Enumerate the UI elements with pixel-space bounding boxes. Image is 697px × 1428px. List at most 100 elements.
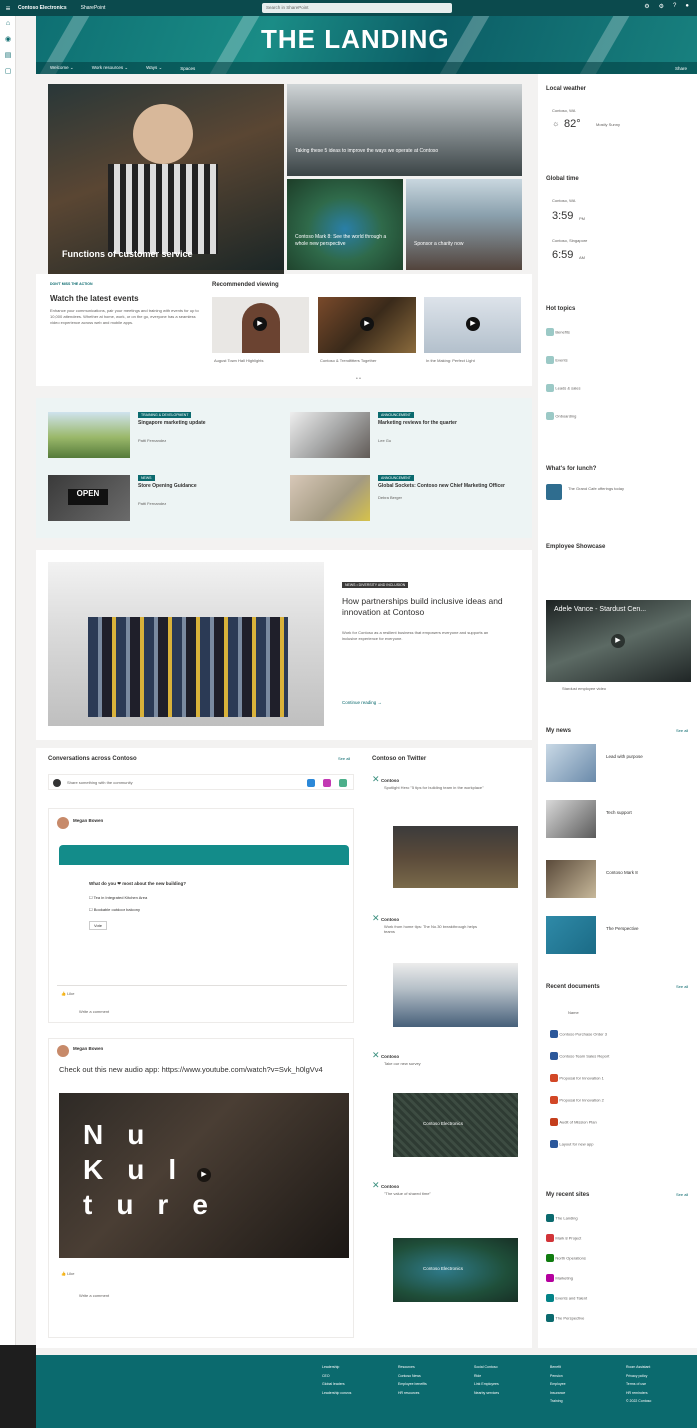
tweet-1-image[interactable] [393,826,518,888]
footer-link[interactable]: Leadership convos [322,1389,351,1398]
share-button[interactable]: Share [675,66,687,71]
footer-link[interactable]: Social Contoso [474,1363,499,1372]
embedded-video[interactable]: Nu Kulture ▶ [59,1093,349,1258]
feature-image[interactable] [48,562,324,726]
hot-topic-2[interactable]: Events [546,356,568,364]
my-news-thumb-2[interactable] [546,800,596,838]
hero-news-top-right[interactable]: Taking these 5 ideas to improve the ways… [287,84,522,176]
search-input[interactable]: Search in SharePoint [262,3,452,13]
video-thumb-3[interactable]: ▶ [424,297,521,353]
poll-option-1[interactable]: ☐ Tea in Integrated Kitchen Area [89,895,147,900]
recent-doc-2[interactable]: Contoso Team Sales Report [550,1052,609,1060]
carousel-dots[interactable]: • • [356,376,361,382]
play-icon[interactable]: ▶ [611,634,625,648]
vote-button[interactable]: Vote [89,921,108,930]
video-title-2[interactable]: Contoso & Trendfitters Together [320,358,415,363]
site-title[interactable]: THE LANDING [261,24,450,55]
footer-link[interactable]: Terms of use [626,1380,651,1389]
conversations-see-all[interactable]: See all [338,756,350,761]
news-thumb-2[interactable] [290,412,370,458]
hot-topic-3[interactable]: Leads & sales [546,384,581,392]
post-2-author[interactable]: Megan Bowen [73,1046,103,1051]
footer-link[interactable]: Nearby services [474,1389,499,1398]
footer-link[interactable]: Global leaders [322,1380,351,1389]
chat-icon[interactable] [307,779,315,787]
footer-link[interactable]: Link Employees [474,1380,499,1389]
my-news-thumb-1[interactable] [546,744,596,782]
recent-site-5[interactable]: Events and Talent [546,1294,587,1302]
tweet-4[interactable]: ✕ Contoso "The value of shared time" [372,1180,522,1196]
news-title-1[interactable]: Singapore marketing update [138,420,273,426]
footer-link[interactable]: HR resources [398,1389,427,1398]
tweet-3-image[interactable]: Contoso Electronics [393,1093,518,1157]
brand-name[interactable]: Contoso Electronics [18,5,67,11]
my-news-thumb-3[interactable] [546,860,596,898]
footer-link[interactable]: Benefit [550,1363,566,1372]
recent-sites-see-all[interactable]: See all [676,1192,688,1197]
nav-spaces[interactable]: Spaces [180,66,195,71]
news-title-4[interactable]: Global Sockets: Contoso new Chief Market… [378,483,518,489]
app-launcher-icon[interactable]: ≡ [0,4,16,13]
poll-option-2[interactable]: ☐ Bookable outdoor balcony [89,907,140,912]
post-1-author[interactable]: Megan Bowen [73,818,103,823]
video-thumb-2[interactable]: ▶ [318,297,416,353]
recent-site-1[interactable]: The Landing [546,1214,578,1222]
feature-title[interactable]: How partnerships build inclusive ideas a… [342,596,512,618]
like-button[interactable]: 👍 Like [61,991,74,996]
nav-welcome[interactable]: Welcome ⌄ [50,65,74,71]
my-news-see-all[interactable]: See all [676,728,688,733]
reply-input[interactable]: Write a comment [79,1293,109,1298]
footer-link[interactable]: Insurance [550,1389,566,1398]
my-news-item-2[interactable]: Tech support [606,810,632,815]
video-thumb-1[interactable]: ▶ [212,297,309,353]
hot-topic-1[interactable]: Benefits [546,328,570,336]
help-icon[interactable]: ? [673,3,676,10]
tweet-2-image[interactable] [393,963,518,1027]
recent-site-2[interactable]: Mark 8 Project [546,1234,581,1242]
play-icon[interactable]: ▶ [197,1168,211,1182]
poll-icon[interactable] [339,779,347,787]
lunch-text[interactable]: The Grand Cafe offerings today [568,486,686,491]
play-icon[interactable]: ▶ [466,317,480,331]
video-title-1[interactable]: August Town Hall Highlights [214,358,309,363]
post-2-text[interactable]: Check out this new audio app: https://ww… [59,1065,349,1075]
composer[interactable]: Share something with the community [48,774,354,790]
settings-icon[interactable]: ⚙ [659,3,664,10]
recent-doc-5[interactable]: Audit of Mission Plan [550,1118,597,1126]
nav-work-resources[interactable]: Work resources ⌄ [92,65,128,71]
nav-ways[interactable]: Ways ⌄ [146,65,162,71]
recent-site-4[interactable]: Marketing [546,1274,573,1282]
footer-link[interactable]: Training [550,1397,566,1406]
my-news-item-1[interactable]: Lead with purpose [606,754,643,759]
news-thumb-4[interactable] [290,475,370,521]
footer-link[interactable]: Privacy policy [626,1372,651,1381]
footer-link[interactable]: Room Assistant [626,1363,651,1372]
tweet-1[interactable]: ✕ Contoso Spotlight Hero "5 tips for bui… [372,774,522,790]
news-title-3[interactable]: Store Opening Guidance [138,483,273,489]
avatar[interactable] [57,1045,69,1057]
footer-link[interactable]: Employee benefits [398,1380,427,1389]
play-icon[interactable]: ▶ [253,317,267,331]
showcase-video[interactable]: Adele Vance - Stardust Cen... ▶ [546,600,691,682]
footer-link[interactable]: CEO [322,1372,351,1381]
news-title-2[interactable]: Marketing reviews for the quarter [378,420,518,426]
recent-doc-6[interactable]: Layout for new app [550,1140,593,1148]
news-thumb-3[interactable]: OPEN [48,475,130,521]
sharepoint-link[interactable]: SharePoint [81,5,106,11]
footer-link[interactable]: Leadership [322,1363,351,1372]
reply-input[interactable]: Write a comment [79,1009,109,1014]
avatar[interactable]: ● [685,3,689,10]
my-news-thumb-4[interactable] [546,916,596,954]
chat-icon[interactable]: ⚙ [644,3,649,10]
recent-docs-see-all[interactable]: See all [676,984,688,989]
footer-link[interactable]: Ride [474,1372,499,1381]
hero-news-main-tile[interactable]: Functions of customer service [48,84,284,270]
my-news-item-4[interactable]: The Perspective [606,926,639,931]
files-icon[interactable]: ▢ [0,64,16,80]
video-title-3[interactable]: In the Making: Perfect Light [426,358,521,363]
recent-doc-4[interactable]: Proposal for Innovation 2 [550,1096,604,1104]
footer-link[interactable]: Contoso News [398,1372,427,1381]
feature-link[interactable]: Continue reading → [342,700,382,705]
like-button[interactable]: 👍 Like [61,1271,74,1276]
footer-link[interactable]: Employee [550,1380,566,1389]
